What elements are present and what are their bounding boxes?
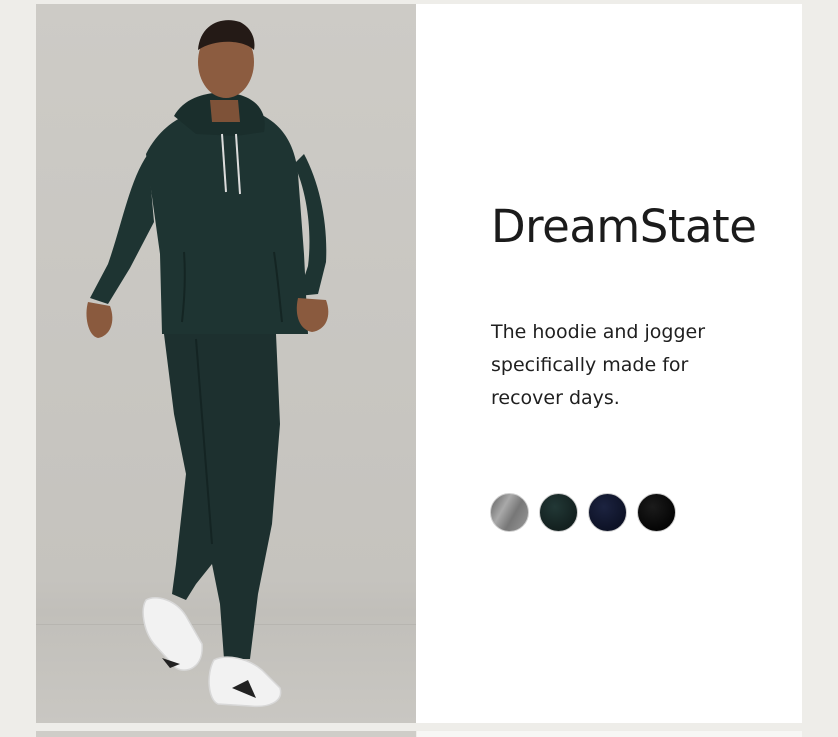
swatch-navy[interactable] — [588, 493, 627, 532]
product-title: DreamState — [491, 200, 757, 253]
product-description: The hoodie and jogger specifically made … — [491, 321, 706, 409]
next-card-photo-edge — [36, 731, 416, 737]
swatch-black[interactable] — [637, 493, 676, 532]
product-card: DreamState The hoodie and jogger specifi… — [36, 4, 802, 723]
product-info: DreamState The hoodie and jogger specifi… — [416, 4, 802, 723]
next-card-info-edge — [417, 731, 802, 737]
color-swatches — [490, 493, 676, 532]
model-illustration — [86, 20, 329, 708]
swatch-dark-green[interactable] — [539, 493, 578, 532]
swatch-heather-grey[interactable] — [490, 493, 529, 532]
product-photo[interactable] — [36, 4, 416, 723]
